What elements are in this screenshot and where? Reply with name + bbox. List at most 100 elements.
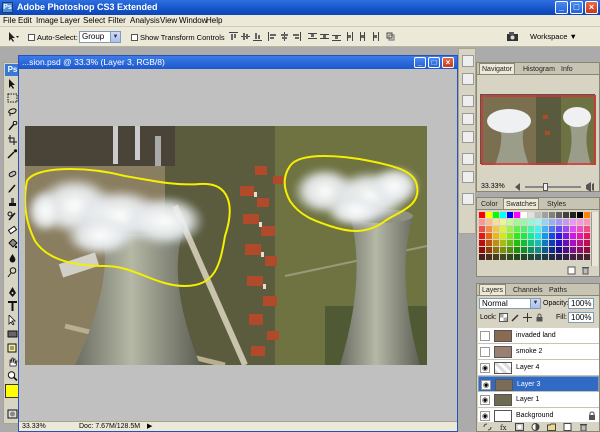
new-swatch-icon[interactable] [567,266,576,275]
align-vertical-center-icon[interactable] [241,32,250,41]
trash-icon[interactable] [581,266,590,275]
swatch-cell[interactable] [549,219,555,225]
actions-panel-icon[interactable] [462,73,474,85]
layer-comps-panel-icon[interactable] [462,193,474,205]
tab-channels[interactable]: Channels [511,285,545,296]
layer-row-background[interactable]: ◉ Background [478,408,599,422]
swatch-cell[interactable] [514,212,520,218]
swatch-cell[interactable] [542,240,548,246]
distribute-bottom-icon[interactable] [332,32,341,41]
zoom-tool-icon[interactable] [7,371,18,381]
swatch-cell[interactable] [556,226,562,232]
swatch-cell[interactable] [549,247,555,253]
minimize-icon[interactable]: _ [555,1,568,14]
tab-styles[interactable]: Styles [545,199,568,210]
visibility-toggle[interactable] [480,331,490,341]
swatch-cell[interactable] [542,226,548,232]
navigator-thumbnail[interactable] [480,94,596,165]
swatch-cell[interactable] [486,219,492,225]
swatch-cell[interactable] [486,226,492,232]
distribute-center-icon[interactable] [320,32,329,41]
layer-row-layer-3[interactable]: ◉ Layer 3 [478,376,599,392]
menu-layer[interactable]: Layer [60,16,80,25]
swatch-cell[interactable] [535,254,541,260]
doc-minimize-icon[interactable]: _ [414,57,426,68]
tab-info[interactable]: Info [559,64,575,75]
show-transform-checkbox[interactable] [131,34,138,41]
swatch-cell[interactable] [570,240,576,246]
swatch-cell[interactable] [556,219,562,225]
swatch-cell[interactable] [514,233,520,239]
navigator-slider-thumb[interactable] [543,183,548,191]
swatch-cell[interactable] [584,240,590,246]
swatch-cell[interactable] [486,247,492,253]
swatch-cell[interactable] [521,226,527,232]
swatch-cell[interactable] [493,226,499,232]
character-panel-icon[interactable] [462,153,474,165]
eyedropper-tool-icon[interactable] [7,149,18,159]
swatch-cell[interactable] [479,240,485,246]
link-layers-icon[interactable] [483,423,492,431]
quick-selection-tool-icon[interactable] [7,121,18,131]
swatch-cell[interactable] [542,212,548,218]
swatch-cell[interactable] [486,233,492,239]
swatch-cell[interactable] [542,247,548,253]
swatch-cell[interactable] [521,233,527,239]
swatch-cell[interactable] [528,212,534,218]
swatch-cell[interactable] [486,240,492,246]
swatch-cell[interactable] [584,219,590,225]
swatch-cell[interactable] [570,226,576,232]
swatch-cell[interactable] [549,240,555,246]
auto-select-checkbox[interactable] [28,34,35,41]
swatch-cell[interactable] [500,226,506,232]
swatch-cell[interactable] [563,233,569,239]
swatch-cell[interactable] [528,226,534,232]
swatch-cell[interactable] [535,233,541,239]
swatch-cell[interactable] [528,240,534,246]
path-selection-tool-icon[interactable] [7,315,18,325]
swatch-cell[interactable] [493,212,499,218]
swatch-cell[interactable] [514,240,520,246]
swatch-cell[interactable] [584,226,590,232]
align-horizontal-center-icon[interactable] [280,32,289,41]
swatch-cell[interactable] [549,233,555,239]
swatch-cell[interactable] [549,212,555,218]
align-top-icon[interactable] [229,32,238,41]
distribute-right-icon[interactable] [370,32,379,41]
rectangle-tool-icon[interactable] [7,329,18,339]
swatch-cell[interactable] [570,254,576,260]
swatch-cell[interactable] [570,233,576,239]
marquee-tool-icon[interactable] [7,93,18,103]
layer-row-smoke-2[interactable]: smoke 2 [478,344,599,360]
navigator-zoom-slider[interactable] [525,186,581,188]
auto-align-icon[interactable] [386,32,395,41]
swatch-cell[interactable] [493,254,499,260]
swatch-cell[interactable] [521,240,527,246]
swatch-cell[interactable] [563,226,569,232]
paint-bucket-tool-icon[interactable] [7,239,18,249]
zoom-out-icon[interactable] [515,183,523,191]
notes-tool-icon[interactable] [7,343,18,353]
eye-icon[interactable]: ◉ [480,363,490,373]
adjustment-layer-icon[interactable] [531,423,540,431]
menu-file[interactable]: File [3,16,16,25]
history-brush-tool-icon[interactable] [7,211,18,221]
swatch-cell[interactable] [479,219,485,225]
bridge-icon[interactable] [506,31,520,42]
clone-stamp-tool-icon[interactable] [7,197,18,207]
swatch-cell[interactable] [563,219,569,225]
swatch-cell[interactable] [577,240,583,246]
swatch-cell[interactable] [493,219,499,225]
swatch-cell[interactable] [563,240,569,246]
swatch-cell[interactable] [521,219,527,225]
tool-presets-panel-icon[interactable] [462,95,474,107]
swatch-cell[interactable] [542,219,548,225]
swatch-cell[interactable] [556,247,562,253]
tab-paths[interactable]: Paths [547,285,569,296]
swatch-cell[interactable] [570,212,576,218]
swatch-cell[interactable] [479,233,485,239]
blur-tool-icon[interactable] [7,253,18,263]
hand-tool-icon[interactable] [7,357,18,367]
swatch-cell[interactable] [584,233,590,239]
lasso-tool-icon[interactable] [7,107,18,117]
